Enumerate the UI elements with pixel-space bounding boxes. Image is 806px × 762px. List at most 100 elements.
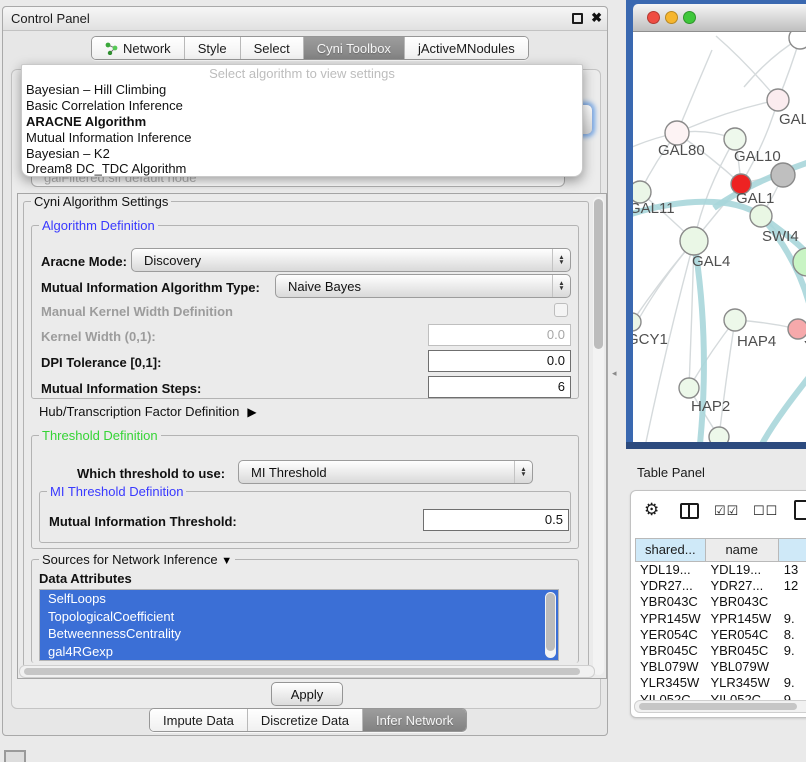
attributes-vscrollbar-thumb[interactable] xyxy=(546,593,555,651)
table-row[interactable]: YDR27...YDR27...12 xyxy=(635,578,806,594)
table-cell[interactable]: YDL19... xyxy=(705,562,778,578)
columns-icon[interactable] xyxy=(680,503,699,519)
table-cell[interactable]: YBR045C xyxy=(635,643,705,659)
close-icon[interactable]: ✖ xyxy=(591,10,602,26)
network-node-hap4[interactable] xyxy=(724,309,746,331)
table-cell[interactable]: YER054C xyxy=(705,627,778,643)
network-node-gal4[interactable] xyxy=(680,227,708,255)
table-row[interactable]: YLR345WYLR345W9. xyxy=(635,675,806,691)
table-cell[interactable]: 9. xyxy=(779,675,806,691)
attribute-item[interactable]: BetweennessCentrality xyxy=(40,625,558,643)
table-hscrollbar-track[interactable] xyxy=(634,700,806,713)
table-cell[interactable]: YDR27... xyxy=(635,578,705,594)
algorithm-item[interactable]: ARACNE Algorithm xyxy=(22,114,582,130)
table-cell[interactable]: YBR045C xyxy=(705,643,778,659)
network-node-gal[interactable] xyxy=(767,89,789,111)
table-cell[interactable]: YPR145W xyxy=(635,611,705,627)
tab-infer-network[interactable]: Infer Network xyxy=(363,709,466,731)
table-cell[interactable]: 9 xyxy=(779,692,806,701)
table-cell[interactable]: 13 xyxy=(779,562,806,578)
attribute-item[interactable]: SelfLoops xyxy=(40,590,558,608)
table-cell[interactable]: YLR345W xyxy=(635,675,705,691)
tab-impute-data[interactable]: Impute Data xyxy=(150,709,248,731)
network-node[interactable] xyxy=(789,32,806,49)
table-row[interactable]: YBR045CYBR045C9. xyxy=(635,643,806,659)
algorithm-item[interactable]: Basic Correlation Inference xyxy=(22,98,582,114)
network-node-swi4[interactable] xyxy=(750,205,772,227)
expand-icon[interactable]: ▶ xyxy=(247,405,256,419)
mi-steps-input[interactable]: 6 xyxy=(428,376,571,398)
table-cell[interactable]: YLR345W xyxy=(705,675,778,691)
table-cell[interactable] xyxy=(779,659,806,675)
algorithm-item[interactable]: Dream8 DC_TDC Algorithm xyxy=(22,161,582,177)
tab-style[interactable]: Style xyxy=(185,37,241,59)
tab-cyni-toolbox[interactable]: Cyni Toolbox xyxy=(304,37,405,59)
table-cell[interactable]: 8. xyxy=(779,627,806,643)
attribute-item[interactable]: TopologicalCoefficient xyxy=(40,608,558,626)
tab-network[interactable]: Network xyxy=(92,37,185,59)
table-row[interactable]: YBL079WYBL079W xyxy=(635,659,806,675)
table-cell[interactable]: YBR043C xyxy=(635,594,705,610)
close-traffic-light[interactable] xyxy=(647,11,660,24)
deselect-all-checkboxes-icon[interactable]: ☐☐ xyxy=(753,503,778,519)
table-row[interactable]: YBR043CYBR043C xyxy=(635,594,806,610)
select-all-checkboxes-icon[interactable]: ☑☑ xyxy=(714,503,739,519)
splitter-collapse-arrow[interactable]: ◂ xyxy=(612,368,617,379)
table-row[interactable]: YDL19...YDL19...13 xyxy=(635,562,806,578)
network-node-y[interactable] xyxy=(788,319,806,339)
table-cell[interactable]: 9. xyxy=(779,643,806,659)
network-node-gal10[interactable] xyxy=(724,128,746,150)
settings-hscrollbar-track[interactable] xyxy=(19,665,595,678)
algorithm-item[interactable]: Bayesian – K2 xyxy=(22,146,582,162)
table-cell[interactable]: YIL052C xyxy=(705,692,778,701)
table-cell[interactable]: YBL079W xyxy=(705,659,778,675)
table-cell[interactable]: YIL052C xyxy=(635,692,705,701)
tab-discretize-data[interactable]: Discretize Data xyxy=(248,709,363,731)
table-cell[interactable]: YER054C xyxy=(635,627,705,643)
column-header[interactable]: name xyxy=(706,538,779,562)
table-cell[interactable] xyxy=(779,594,806,610)
dpi-tolerance-input[interactable]: 0.0 xyxy=(428,350,571,372)
table-row[interactable]: YPR145WYPR145W9. xyxy=(635,611,806,627)
column-header[interactable] xyxy=(779,538,806,562)
network-node-hap2[interactable] xyxy=(679,378,699,398)
table-cell[interactable]: YDL19... xyxy=(635,562,705,578)
table-cell[interactable]: YBR043C xyxy=(705,594,778,610)
network-node[interactable] xyxy=(771,163,795,187)
column-header[interactable]: shared... xyxy=(635,538,706,562)
table-cell[interactable]: YBL079W xyxy=(635,659,705,675)
minimized-panel-icon[interactable] xyxy=(4,750,26,762)
settings-vscrollbar-thumb[interactable] xyxy=(594,199,603,349)
attributes-vscrollbar-track[interactable] xyxy=(545,592,556,658)
data-attributes-list[interactable]: SelfLoopsTopologicalCoefficientBetweenne… xyxy=(39,589,559,661)
table-row[interactable]: YIL052CYIL052C9 xyxy=(635,692,806,701)
algorithm-item[interactable]: Mutual Information Inference xyxy=(22,130,582,146)
minimize-traffic-light[interactable] xyxy=(665,11,678,24)
table-cell[interactable]: YPR145W xyxy=(705,611,778,627)
table-cell[interactable]: 9. xyxy=(779,611,806,627)
aracne-mode-combo[interactable]: Discovery ▲▼ xyxy=(131,248,571,272)
attribute-item[interactable]: gal4RGexp xyxy=(40,643,558,661)
table-cell[interactable]: 12 xyxy=(779,578,806,594)
apply-button[interactable]: Apply xyxy=(271,682,343,706)
float-window-icon[interactable] xyxy=(572,13,583,24)
mi-algorithm-type-combo[interactable]: Naive Bayes ▲▼ xyxy=(275,274,571,298)
table-hscrollbar-thumb[interactable] xyxy=(639,703,797,710)
hub-transcription-section[interactable]: Hub/Transcription Factor Definition▶ xyxy=(39,404,257,419)
export-table-icon[interactable] xyxy=(794,500,806,520)
tab-jactivemnodules[interactable]: jActiveMNodules xyxy=(405,37,528,59)
which-threshold-combo[interactable]: MI Threshold ▲▼ xyxy=(238,460,533,484)
gear-icon[interactable]: ⚙ xyxy=(644,500,659,520)
network-node[interactable] xyxy=(709,427,729,442)
settings-vscrollbar-track[interactable] xyxy=(593,197,604,675)
settings-hscrollbar-thumb[interactable] xyxy=(24,668,580,675)
table-row[interactable]: YER054CYER054C8. xyxy=(635,627,806,643)
mi-threshold-input[interactable]: 0.5 xyxy=(423,509,569,531)
algorithm-item[interactable]: Bayesian – Hill Climbing xyxy=(22,82,582,98)
network-window-titlebar[interactable] xyxy=(633,4,806,32)
table-cell[interactable]: YDR27... xyxy=(705,578,778,594)
zoom-traffic-light[interactable] xyxy=(683,11,696,24)
collapse-icon[interactable]: ▼ xyxy=(221,555,232,567)
tab-select[interactable]: Select xyxy=(241,37,304,59)
network-canvas[interactable]: GALGAL80GAL10GAL1GAL11SWI4GAL4GCY1HAP4YH… xyxy=(633,32,806,442)
